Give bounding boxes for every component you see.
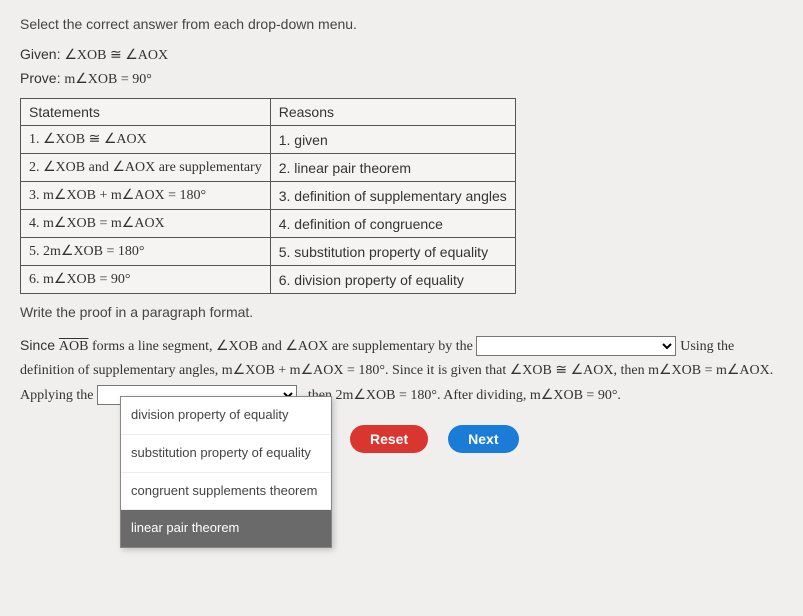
prove-expression: m∠XOB = 90° xyxy=(64,72,152,87)
reason-cell: 3. definition of supplementary angles xyxy=(270,182,515,210)
proof-paragraph: Since AOB forms a line segment, ∠XOB and… xyxy=(20,334,783,453)
table-row: 6. m∠XOB = 90°6. division property of eq… xyxy=(21,266,516,294)
dropdown-option[interactable]: division property of equality xyxy=(121,397,331,435)
prove-line: Prove: m∠XOB = 90° xyxy=(20,70,783,88)
reason-cell: 5. substitution property of equality xyxy=(270,238,515,266)
header-reasons: Reasons xyxy=(270,99,515,126)
para-text: forms a line segment, ∠XOB and ∠AOX are … xyxy=(88,339,476,354)
statement-cell: 2. ∠XOB and ∠AOX are supplementary xyxy=(21,154,271,182)
dropdown-menu-open: division property of equality substituti… xyxy=(120,396,332,548)
table-row: 4. m∠XOB = m∠AOX4. definition of congrue… xyxy=(21,210,516,238)
header-statements: Statements xyxy=(21,99,271,126)
statement-cell: 5. 2m∠XOB = 180° xyxy=(21,238,271,266)
statement-cell: 4. m∠XOB = m∠AOX xyxy=(21,210,271,238)
table-header-row: Statements Reasons xyxy=(21,99,516,126)
button-row: Reset Next xyxy=(350,425,783,453)
proof-table: Statements Reasons 1. ∠XOB ≅ ∠AOX1. give… xyxy=(20,98,516,294)
given-line: Given: ∠XOB ≅ ∠AOX xyxy=(20,46,783,64)
dropdown-option[interactable]: congruent supplements theorem xyxy=(121,473,331,511)
table-row: 3. m∠XOB + m∠AOX = 180°3. definition of … xyxy=(21,182,516,210)
reason-cell: 2. linear pair theorem xyxy=(270,154,515,182)
segment-aob: AOB xyxy=(59,339,89,354)
table-row: 2. ∠XOB and ∠AOX are supplementary2. lin… xyxy=(21,154,516,182)
write-paragraph-label: Write the proof in a paragraph format. xyxy=(20,304,783,320)
table-row: 5. 2m∠XOB = 180°5. substitution property… xyxy=(21,238,516,266)
statement-cell: 6. m∠XOB = 90° xyxy=(21,266,271,294)
prove-label: Prove: xyxy=(20,70,60,86)
reason-cell: 1. given xyxy=(270,126,515,154)
table-row: 1. ∠XOB ≅ ∠AOX1. given xyxy=(21,126,516,154)
dropdown-option[interactable]: substitution property of equality xyxy=(121,435,331,473)
dropdown-1[interactable] xyxy=(476,336,676,356)
instruction-text: Select the correct answer from each drop… xyxy=(20,16,783,32)
reason-cell: 4. definition of congruence xyxy=(270,210,515,238)
reason-cell: 6. division property of equality xyxy=(270,266,515,294)
statement-cell: 3. m∠XOB + m∠AOX = 180° xyxy=(21,182,271,210)
statement-cell: 1. ∠XOB ≅ ∠AOX xyxy=(21,126,271,154)
given-label: Given: xyxy=(20,46,60,62)
reset-button[interactable]: Reset xyxy=(350,425,428,453)
given-expression: ∠XOB ≅ ∠AOX xyxy=(64,48,168,63)
para-text: Since xyxy=(20,337,59,353)
para-text: , then 2m∠XOB = 180°. After dividing, m∠… xyxy=(301,388,621,403)
dropdown-option-selected[interactable]: linear pair theorem xyxy=(121,510,331,547)
next-button[interactable]: Next xyxy=(448,425,518,453)
